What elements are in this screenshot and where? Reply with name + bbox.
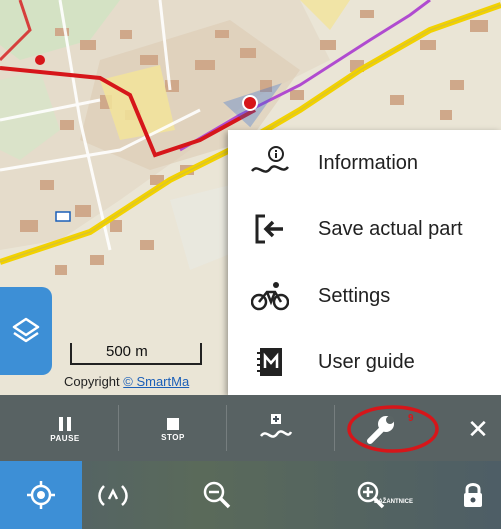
menu-item-label: Save actual part xyxy=(318,217,463,240)
my-location-button[interactable] xyxy=(0,461,82,529)
close-icon: ✕ xyxy=(467,413,489,444)
menu-item-label: User guide xyxy=(318,350,415,373)
copyright-link[interactable]: © SmartMa xyxy=(123,374,189,389)
map-scale-bar: 500 m xyxy=(70,337,202,367)
wrench-icon: 9 xyxy=(347,405,439,453)
stop-label: STOP xyxy=(161,432,185,442)
zoom-in-button[interactable]: BAŽANTNICE xyxy=(340,461,413,529)
save-exit-icon xyxy=(250,209,290,249)
pause-button[interactable]: PAUSE xyxy=(30,407,100,451)
menu-item-settings[interactable]: Settings xyxy=(228,263,501,329)
lock-icon xyxy=(464,483,482,507)
menu-item-label: Information xyxy=(318,151,419,174)
scale-label: 500 m xyxy=(106,343,148,360)
rotate-map-icon xyxy=(98,485,128,506)
map-place-label: BAŽANTNICE xyxy=(374,499,413,505)
menu-item-save-actual-part[interactable]: Save actual part xyxy=(228,196,501,262)
track-chart-icon xyxy=(260,414,293,438)
pause-label: PAUSE xyxy=(50,433,80,443)
bicycle-icon xyxy=(250,276,290,316)
map-rotation-button[interactable] xyxy=(82,461,144,529)
zoom-out-button[interactable] xyxy=(186,461,248,529)
copyright-prefix: Copyright xyxy=(64,374,124,389)
menu-item-label: Settings xyxy=(318,284,391,307)
lock-screen-button[interactable] xyxy=(450,461,496,529)
user-guide-book-icon xyxy=(250,342,290,382)
map-copyright: Copyright © SmartMa xyxy=(64,374,228,389)
menu-item-user-guide[interactable]: User guide xyxy=(228,329,501,395)
stop-button[interactable]: STOP xyxy=(138,407,208,451)
pause-icon xyxy=(59,416,71,431)
track-settings-button[interactable]: 9 xyxy=(346,403,440,455)
menu-item-information[interactable]: Information xyxy=(228,130,501,196)
track-options-menu: Information Save actual part Settings Us… xyxy=(228,130,501,395)
track-stats-button[interactable] xyxy=(246,405,306,453)
route-info-icon xyxy=(250,143,290,183)
stop-icon xyxy=(167,417,179,430)
zoom-out-icon xyxy=(203,481,231,509)
map-layers-button[interactable] xyxy=(0,287,52,375)
svg-text:9: 9 xyxy=(408,413,414,424)
layers-icon xyxy=(12,317,40,343)
gps-target-icon xyxy=(27,481,55,509)
zoom-in-icon xyxy=(357,481,385,509)
bottom-control-panel: PAUSE STOP 9 ✕ BAŽANTNICE xyxy=(0,395,501,529)
close-track-panel-button[interactable]: ✕ xyxy=(458,407,498,451)
